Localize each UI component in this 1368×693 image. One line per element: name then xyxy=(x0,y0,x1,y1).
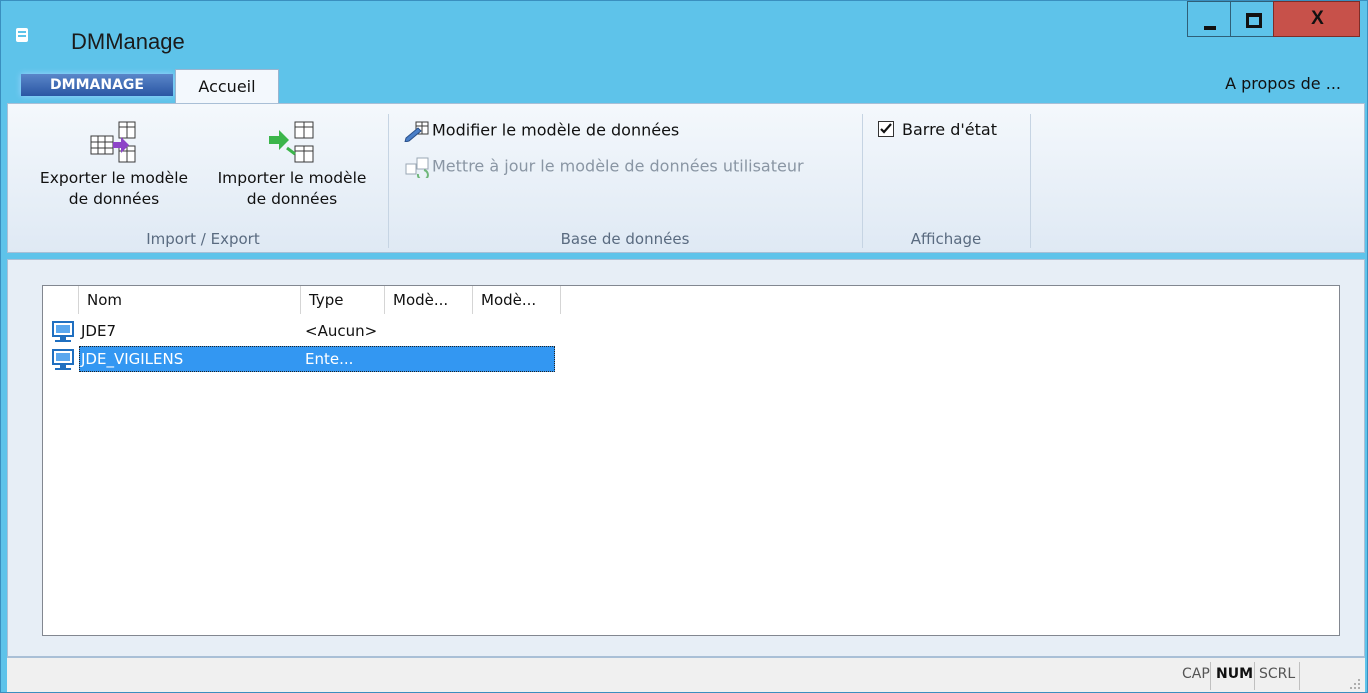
computer-icon xyxy=(52,349,74,370)
refresh-model-icon xyxy=(405,157,429,181)
maximize-icon xyxy=(1246,13,1262,28)
column-header-nom[interactable]: Nom xyxy=(79,286,301,314)
close-icon: X xyxy=(1311,8,1324,29)
caps-lock-indicator: CAP xyxy=(1182,666,1210,682)
group-label-database: Base de données xyxy=(560,230,690,248)
database-icon xyxy=(16,28,28,42)
about-link[interactable]: A propos de ... xyxy=(1225,74,1341,93)
title-bar[interactable]: DMManage xyxy=(1,1,1367,57)
minimize-icon xyxy=(1204,26,1216,30)
group-separator xyxy=(1030,114,1031,248)
ribbon-tab-row: DMMANAGE Accueil A propos de ... xyxy=(7,67,1365,103)
checkbox-checked[interactable] xyxy=(878,121,894,137)
modify-model-label: Modifier le modèle de données xyxy=(432,120,680,140)
list-item-name: JDE_VIGILENS xyxy=(81,350,184,368)
window-title: DMManage xyxy=(71,29,185,54)
column-header-icon[interactable] xyxy=(43,286,79,314)
export-table-icon xyxy=(90,121,136,163)
column-header-modele-2[interactable]: Modè... xyxy=(473,286,561,314)
main-content: Nom Type Modè... Modè... JDE7 <Aucun> JD… xyxy=(7,259,1365,657)
import-table-icon xyxy=(269,121,314,163)
status-separator xyxy=(1210,662,1211,690)
modify-model-button[interactable]: Modifier le modèle de données xyxy=(404,120,680,143)
check-icon xyxy=(880,123,892,134)
export-model-label-2: de données xyxy=(68,190,160,208)
column-header-type[interactable]: Type xyxy=(301,286,385,314)
status-bar-checkbox[interactable]: Barre d'état xyxy=(878,120,997,139)
list-item-type: Ente... xyxy=(305,350,354,368)
group-separator xyxy=(388,114,389,248)
ribbon-panel: Exporter le modèle de données Importer l… xyxy=(7,103,1365,253)
status-bar: CAP NUM SCRL xyxy=(7,657,1365,692)
import-model-label-1: Importer le modèle xyxy=(217,169,367,187)
resize-grip-icon[interactable] xyxy=(1347,676,1361,690)
update-user-model-label: Mettre à jour le modèle de données utili… xyxy=(432,156,804,176)
models-list[interactable]: Nom Type Modè... Modè... JDE7 <Aucun> JD… xyxy=(42,285,1340,636)
close-button[interactable]: X xyxy=(1273,1,1360,37)
group-separator xyxy=(862,114,863,248)
maximize-button[interactable] xyxy=(1230,1,1274,37)
import-model-label-2: de données xyxy=(246,190,338,208)
export-model-button[interactable]: Exporter le modèle de données xyxy=(28,116,200,210)
list-item[interactable]: JDE7 <Aucun> xyxy=(43,318,561,344)
edit-model-icon xyxy=(404,121,429,143)
status-separator xyxy=(1299,662,1300,690)
computer-icon xyxy=(52,321,74,342)
import-model-button[interactable]: Importer le modèle de données xyxy=(204,116,380,210)
num-lock-indicator: NUM xyxy=(1216,666,1254,682)
group-label-import-export: Import / Export xyxy=(146,230,260,248)
export-model-label-1: Exporter le modèle xyxy=(39,169,189,187)
scroll-lock-indicator: SCRL xyxy=(1259,666,1296,682)
list-header: Nom Type Modè... Modè... xyxy=(43,286,561,314)
group-label-display: Affichage xyxy=(910,230,982,248)
list-item-type: <Aucun> xyxy=(305,322,378,340)
minimize-button[interactable] xyxy=(1187,1,1231,37)
list-item-name: JDE7 xyxy=(81,322,116,340)
tab-accueil[interactable]: Accueil xyxy=(175,69,279,103)
update-user-model-button[interactable]: Mettre à jour le modèle de données utili… xyxy=(404,156,804,181)
column-header-modele-1[interactable]: Modè... xyxy=(385,286,473,314)
status-bar-label: Barre d'état xyxy=(902,120,997,139)
status-separator xyxy=(1254,662,1255,690)
list-item-selected[interactable]: JDE_VIGILENS Ente... xyxy=(43,346,561,372)
app-window: DMManage X DMMANAGE Accueil A propos de … xyxy=(0,0,1368,693)
app-menu-tab[interactable]: DMMANAGE xyxy=(21,74,173,96)
